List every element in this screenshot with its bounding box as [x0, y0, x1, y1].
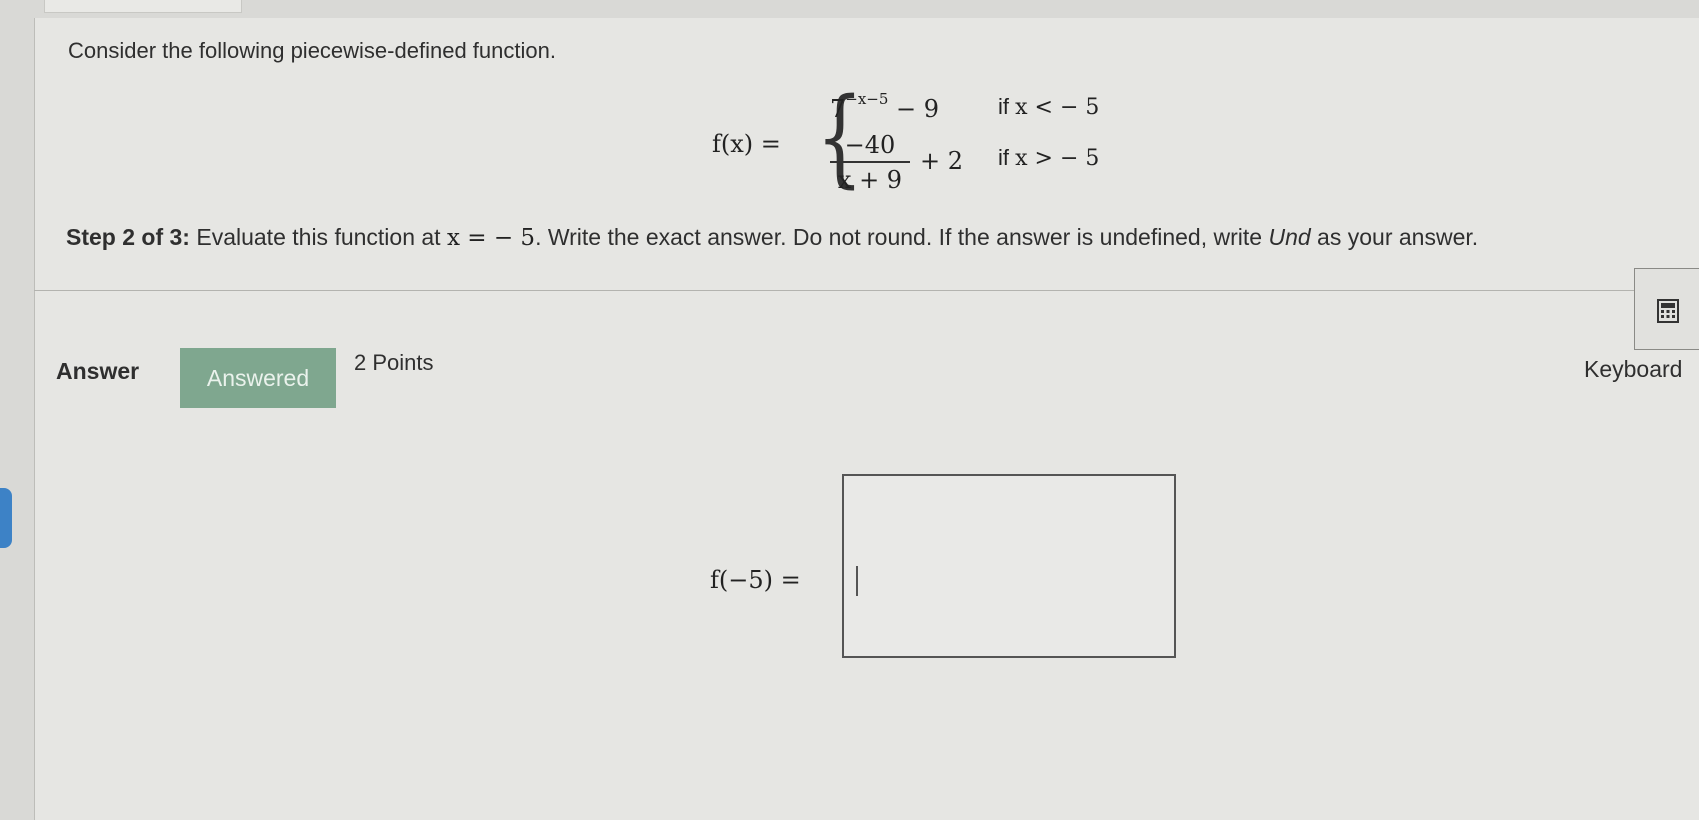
keyboard-button[interactable]	[1634, 268, 1699, 350]
case2-rest: + 2	[920, 147, 964, 175]
case1-condition: x < − 5	[1015, 95, 1100, 120]
step-text-after: . Write the exact answer. Do not round. …	[535, 224, 1269, 250]
answer-label: Answer	[56, 358, 140, 384]
fraction-bar	[830, 161, 910, 163]
function-label: f(x) =	[712, 130, 781, 158]
case2-condition: x > − 5	[1015, 146, 1100, 171]
case1-if: if	[998, 94, 1016, 119]
step-text-end: as your answer.	[1310, 224, 1479, 250]
problem-intro: Consider the following piecewise-defined…	[68, 38, 556, 63]
case1-condition-wrap: if x < − 5	[998, 94, 1099, 120]
step-prefix: Step 2 of 3:	[66, 224, 190, 250]
evaluation-label: f(−5) =	[710, 566, 801, 594]
answered-badge: Answered	[180, 348, 336, 408]
case2-condition-wrap: if x > − 5	[998, 145, 1099, 171]
case2-denominator: x + 9	[837, 166, 903, 194]
case2-numerator: −40	[844, 131, 896, 159]
step-instructions: Step 2 of 3: Evaluate this function at x…	[66, 224, 1478, 251]
points-label: 2 Points	[354, 350, 434, 375]
calculator-icon	[1657, 299, 1679, 323]
top-tab	[44, 0, 242, 13]
text-cursor	[856, 566, 858, 596]
case1-exponent: −x−5	[845, 90, 889, 108]
section-divider	[34, 290, 1699, 291]
step-text-before: Evaluate this function at	[189, 224, 447, 250]
case1-expression: 7−x−5 − 9	[830, 90, 940, 123]
case2-if: if	[998, 145, 1016, 170]
case1-rest: − 9	[888, 95, 940, 123]
case1-base: 7	[830, 95, 846, 123]
step-math: x = − 5	[446, 225, 536, 251]
step-und: Und	[1268, 224, 1311, 250]
case2-fraction: −40 x + 9	[830, 130, 910, 195]
answer-input[interactable]	[842, 474, 1176, 658]
side-panel-tab[interactable]	[0, 488, 12, 548]
keyboard-label[interactable]: Keyboard	[1584, 356, 1682, 383]
